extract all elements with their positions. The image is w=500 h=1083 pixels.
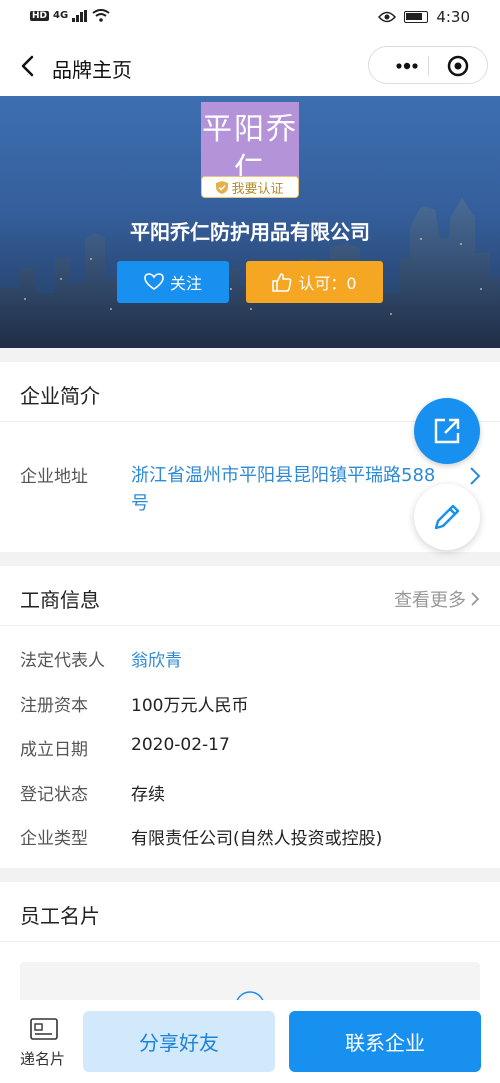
thumbs-up-icon xyxy=(272,273,292,292)
network-indicators: HD 4G xyxy=(30,9,110,22)
battery-icon xyxy=(404,11,429,23)
founded-value: 2020-02-17 xyxy=(131,735,230,755)
chevron-right-icon xyxy=(471,592,480,606)
nav-bar: 品牌主页 xyxy=(0,36,500,96)
approve-button[interactable]: 认可：0 xyxy=(246,261,383,303)
address-value[interactable]: 浙江省温州市平阳县昆阳镇平瑞路588号 xyxy=(131,462,451,518)
company-name: 平阳乔仁防护用品有限公司 xyxy=(130,220,370,244)
business-title: 工商信息 xyxy=(20,588,100,612)
hd-label: HD xyxy=(30,10,50,21)
clock: 4:30 xyxy=(436,8,470,26)
share-external-button[interactable] xyxy=(414,398,480,464)
staff-title: 员工名片 xyxy=(20,904,100,928)
view-more-label: 查看更多 xyxy=(394,590,466,611)
approve-label: 认可：0 xyxy=(298,274,357,293)
shield-icon xyxy=(216,180,229,194)
send-card-button[interactable]: 递名片 xyxy=(0,1000,80,1083)
capsule-divider xyxy=(428,56,429,76)
legal-rep-value[interactable]: 翁欣青 xyxy=(131,646,182,671)
contact-company-button[interactable]: 联系企业 xyxy=(289,1011,481,1072)
intro-title: 企业简介 xyxy=(20,384,100,408)
eye-icon xyxy=(378,11,397,23)
status-right: 4:30 xyxy=(378,8,470,26)
close-miniapp-icon[interactable] xyxy=(447,55,469,77)
view-more-link[interactable]: 查看更多 xyxy=(394,586,480,612)
send-card-label: 递名片 xyxy=(20,1050,66,1068)
verify-badge-label: 我要认证 xyxy=(231,181,284,197)
verify-badge[interactable]: 我要认证 xyxy=(201,176,299,198)
signal-icon xyxy=(72,9,88,22)
heart-icon xyxy=(144,273,164,290)
capital-label: 注册资本 xyxy=(20,696,88,716)
business-card-icon xyxy=(30,1018,58,1040)
follow-button[interactable]: 关注 xyxy=(117,261,229,303)
more-icon[interactable] xyxy=(387,47,427,85)
status-label: 登记状态 xyxy=(20,785,88,805)
address-label: 企业地址 xyxy=(20,467,88,487)
miniapp-capsule xyxy=(368,46,488,84)
wifi-icon xyxy=(92,9,110,22)
staff-header: 员工名片 xyxy=(0,882,500,942)
founded-label: 成立日期 xyxy=(20,740,88,760)
bottom-action-bar: 递名片 分享好友 联系企业 xyxy=(0,1000,500,1083)
page-title: 品牌主页 xyxy=(52,58,132,82)
external-link-icon xyxy=(434,418,460,444)
share-friends-button[interactable]: 分享好友 xyxy=(83,1011,275,1072)
status-bar: HD 4G 4:30 xyxy=(0,0,500,36)
status-value: 存续 xyxy=(131,785,165,805)
type-value: 有限责任公司(自然人投资或控股) xyxy=(131,829,383,849)
pencil-icon xyxy=(434,504,460,530)
back-arrow-icon[interactable] xyxy=(14,50,42,82)
brand-hero-banner: 平阳乔仁 我要认证 平阳乔仁防护用品有限公司 关注 认可：0 xyxy=(0,96,500,348)
chevron-right-icon xyxy=(470,467,481,485)
business-header: 工商信息 查看更多 xyxy=(0,566,500,626)
follow-label: 关注 xyxy=(169,274,202,293)
signal-label: 4G xyxy=(53,10,69,21)
edit-button[interactable] xyxy=(414,484,480,550)
business-info-section: 工商信息 查看更多 法定代表人 翁欣青 注册资本 100万元人民币 成立日期 2… xyxy=(0,566,500,868)
capital-value: 100万元人民币 xyxy=(131,696,249,716)
legal-rep-label: 法定代表人 xyxy=(20,651,105,671)
type-label: 企业类型 xyxy=(20,829,88,849)
